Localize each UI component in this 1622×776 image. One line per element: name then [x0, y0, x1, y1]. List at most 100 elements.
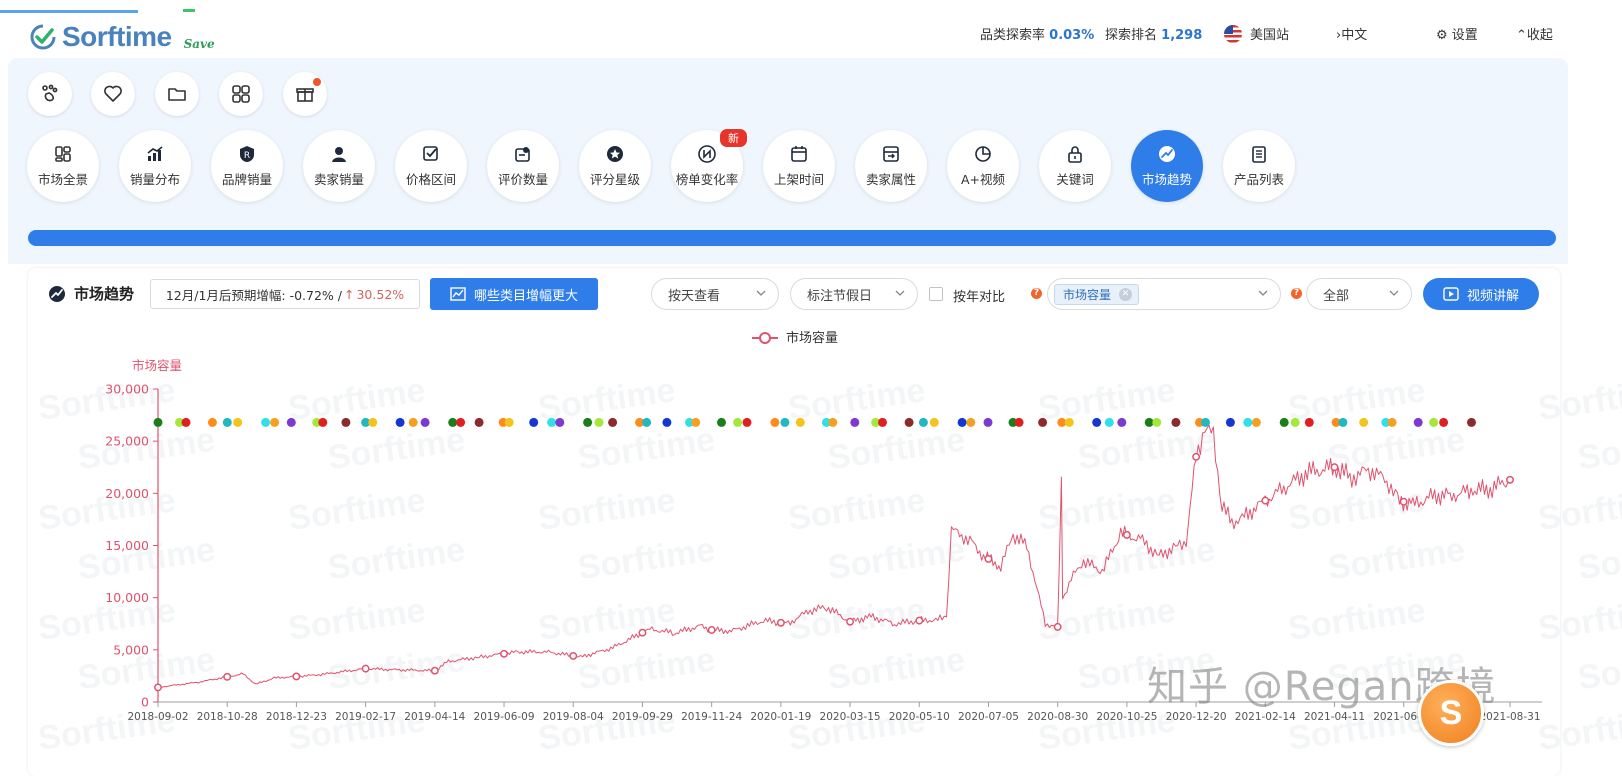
folder-icon: [168, 88, 186, 101]
x-tick-label: 2019-09-29: [612, 711, 673, 723]
apps-button[interactable]: [219, 72, 263, 116]
holiday-marker: [1290, 417, 1300, 427]
holiday-marker: [318, 417, 328, 427]
x-tick-label: 2020-08-30: [1027, 711, 1088, 723]
holiday-marker: [408, 417, 418, 427]
holiday-marker: [850, 417, 860, 427]
series-point: [915, 616, 924, 625]
footprint-button[interactable]: [28, 72, 72, 116]
logo-dash: [183, 9, 195, 12]
holiday-marker: [1092, 417, 1102, 427]
holiday-marker: [368, 417, 378, 427]
holiday-marker: [1243, 417, 1253, 427]
price-icon: [423, 146, 438, 161]
holiday-marker: [608, 417, 618, 427]
site-selector[interactable]: 美国站: [1224, 24, 1289, 43]
grid-icon: [232, 85, 250, 103]
holiday-marker: [1467, 417, 1476, 427]
y-tick-label: 0: [141, 695, 149, 710]
metric-tag[interactable]: 市场容量 ✕: [1054, 284, 1140, 305]
top-bar: Sorftime Save 品类探索率 0.03% 探索排名 1,298 美国站…: [0, 0, 1622, 58]
tab-panorama[interactable]: 市场全景: [27, 130, 99, 202]
rank-change-icon: [698, 145, 716, 163]
footprint-icon: [42, 84, 58, 102]
tab-pie[interactable]: A+视频: [947, 130, 1019, 202]
x-tick-label: 2018-10-28: [197, 711, 258, 723]
review-icon: [515, 147, 530, 162]
holiday-select[interactable]: 标注节假日: [790, 278, 918, 310]
holiday-marker: [1439, 417, 1449, 427]
play-icon: [1443, 287, 1459, 301]
series-point: [1506, 475, 1514, 484]
holiday-marker: [966, 417, 976, 427]
help-icon[interactable]: ?: [1031, 288, 1042, 299]
x-tick-label: 2019-08-04: [543, 711, 604, 723]
gift-button[interactable]: [283, 72, 327, 116]
brand-sub: Save: [183, 37, 215, 51]
tab-trend[interactable]: 市场趋势: [1131, 130, 1203, 202]
range-select[interactable]: 全部: [1306, 278, 1412, 310]
holiday-marker: [1304, 417, 1314, 427]
holiday-marker: [181, 417, 191, 427]
tab-lock[interactable]: 关键词: [1039, 130, 1111, 202]
x-tick-label: 2018-09-02: [127, 711, 188, 723]
seller-icon: [332, 147, 346, 162]
series-point: [154, 683, 162, 692]
tab-label: 关键词: [1056, 172, 1094, 187]
series-point: [707, 626, 716, 634]
holiday-marker: [594, 417, 604, 427]
tab-calendar[interactable]: 上架时间: [763, 130, 835, 202]
chevron-down-icon: [756, 290, 766, 296]
y-tick-label: 15,000: [105, 538, 149, 553]
tab-review[interactable]: 评价数量: [487, 130, 559, 202]
settings-button[interactable]: ⚙ 设置: [1436, 24, 1478, 43]
tab-price[interactable]: 价格区间: [395, 130, 467, 202]
bar-chart-icon: [147, 146, 163, 161]
holiday-marker: [456, 417, 466, 427]
trend-icon: [49, 285, 65, 302]
tab-star[interactable]: 评分星级: [579, 130, 651, 202]
category-growth-button[interactable]: 哪些类目增幅更大: [430, 278, 598, 310]
video-tutorial-button[interactable]: 视频讲解: [1423, 278, 1539, 310]
language-selector[interactable]: ›中文: [1336, 24, 1367, 43]
y-tick-label: 20,000: [105, 486, 149, 501]
arrow-up-icon: ↑: [344, 286, 355, 302]
x-tick-label: 2019-02-17: [335, 711, 396, 723]
holiday-marker: [828, 417, 838, 427]
holiday-marker: [1429, 417, 1439, 427]
tab-label: 销量分布: [129, 172, 180, 187]
holiday-marker: [233, 417, 243, 427]
tab-label: 产品列表: [1233, 172, 1284, 187]
series-point: [1053, 622, 1062, 631]
favorite-button[interactable]: [91, 72, 135, 116]
y-tick-label: 5,000: [113, 642, 149, 657]
collapse-button[interactable]: ⌃收起: [1516, 24, 1553, 43]
folder-button[interactable]: [155, 72, 199, 116]
holiday-marker: [1038, 417, 1048, 427]
help-icon[interactable]: ?: [1291, 288, 1302, 299]
x-tick-label: 2019-11-24: [681, 711, 742, 723]
holiday-marker: [780, 417, 790, 427]
floating-sorftime-button[interactable]: S: [1418, 680, 1484, 746]
brand-icon: R: [240, 146, 254, 162]
tab-seller-attr[interactable]: 卖家属性: [855, 130, 927, 202]
holiday-marker: [207, 417, 217, 427]
tab-rank-change[interactable]: 榜单变化率 新: [671, 128, 748, 202]
legend-label: 市场容量: [786, 330, 838, 346]
brand-logo[interactable]: Sorftime Save: [30, 20, 215, 54]
x-tick-label: 2020-10-25: [1096, 711, 1157, 723]
holiday-marker: [904, 417, 914, 427]
holiday-marker: [742, 417, 752, 427]
brand-name: Sorftime: [62, 21, 172, 52]
chevron-down-icon: [895, 290, 905, 296]
view-mode-select[interactable]: 按天查看: [651, 278, 779, 310]
close-icon[interactable]: ✕: [1119, 288, 1133, 301]
tab-brand[interactable]: R 品牌销量: [211, 130, 283, 202]
tab-label: A+视频: [960, 172, 1006, 187]
holiday-marker: [733, 417, 743, 427]
tab-seller[interactable]: 卖家销量: [303, 130, 375, 202]
tab-bar-chart[interactable]: 销量分布: [119, 130, 191, 202]
holiday-marker: [1338, 417, 1348, 427]
yoy-checkbox[interactable]: [929, 287, 943, 301]
tab-list[interactable]: 产品列表: [1223, 130, 1295, 202]
